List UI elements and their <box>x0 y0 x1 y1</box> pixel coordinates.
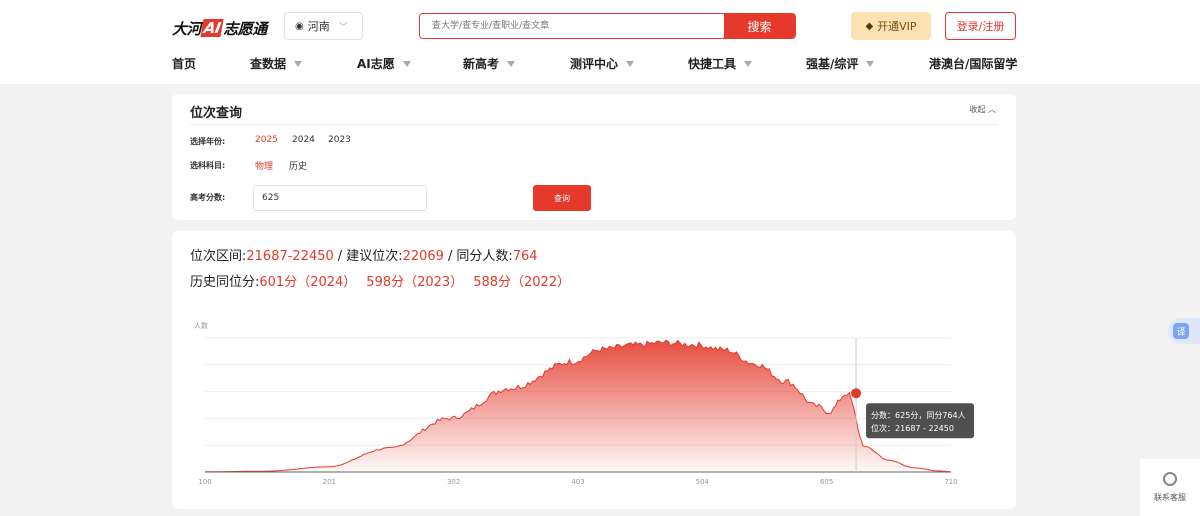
year-option-2024[interactable]: 2024 <box>292 135 315 145</box>
subject-option-history[interactable]: 历史 <box>289 159 307 172</box>
main-nav: 首页 查数据 AI志愿 新高考 测评中心 快捷工具 强基/综评 港澳台/国际留学 <box>0 55 1200 75</box>
x-tick-label: 504 <box>696 478 710 486</box>
subject-label: 选科科目: <box>190 161 226 170</box>
login-button[interactable]: 登录/注册 <box>945 12 1016 40</box>
year-option-2025[interactable]: 2025 <box>255 135 278 145</box>
subject-option-physics[interactable]: 物理 <box>255 159 273 172</box>
search-bar: 搜索 <box>419 13 796 39</box>
score-distribution-chart[interactable]: 人数 100 201 302 403 504 605 710 分数：625分，同分764人位次：… <box>172 231 1016 509</box>
dropdown-arrow-icon <box>866 60 875 67</box>
nav-item-strong-base[interactable]: 强基/综评 <box>806 55 875 72</box>
x-tick-label: 710 <box>944 478 957 486</box>
location-pin-icon: ◉ <box>295 20 304 32</box>
region-label: 河南 <box>307 20 330 33</box>
dropdown-arrow-icon <box>402 60 411 67</box>
y-axis-label: 人数 <box>194 321 208 330</box>
collapse-toggle[interactable]: 收起 ︿ <box>969 104 996 115</box>
query-button[interactable]: 查询 <box>533 185 591 211</box>
score-label: 高考分数: <box>190 193 226 202</box>
diamond-icon: ◆ <box>865 20 874 32</box>
search-button[interactable]: 搜索 <box>724 14 795 38</box>
tooltip-line-2: 位次：21687 - 22450 <box>871 423 954 433</box>
x-tick-label: 605 <box>820 478 833 486</box>
dropdown-arrow-icon <box>294 60 303 67</box>
region-selector[interactable]: ◉ 河南 ﹀ <box>284 12 363 40</box>
nav-item-assessment[interactable]: 测评中心 <box>570 55 635 72</box>
logo[interactable]: 大河 AI 志愿通 <box>172 17 267 39</box>
nav-item-home[interactable]: 首页 <box>172 55 196 72</box>
distribution-area <box>205 340 951 472</box>
nav-item-new-gaokao[interactable]: 新高考 <box>463 55 516 72</box>
rank-query-panel: 位次查询 收起 ︿ 选择年份: 2025 2024 2023 选科科目: 物理 … <box>172 94 1016 220</box>
year-option-2023[interactable]: 2023 <box>328 135 351 145</box>
translate-icon: 译 <box>1173 323 1189 339</box>
translate-tab[interactable]: 译 <box>1168 318 1200 344</box>
nav-item-ai[interactable]: AI志愿 <box>357 55 411 72</box>
dropdown-arrow-icon <box>744 60 753 67</box>
highlight-point <box>851 388 862 399</box>
top-header: 大河AI志愿通 ◉ 河南 ﹀ 搜索 ◆ 开通VIP 登录/注册 首页 查数据 A… <box>0 0 1200 84</box>
score-input[interactable]: 625 <box>253 185 427 211</box>
nav-item-data[interactable]: 查数据 <box>250 55 303 72</box>
nav-item-overseas[interactable]: 港澳台/国际留学 <box>929 55 1017 72</box>
vip-button[interactable]: ◆ 开通VIP <box>851 12 931 40</box>
nav-item-tools[interactable]: 快捷工具 <box>688 55 753 72</box>
chevron-down-icon: ﹀ <box>338 22 348 33</box>
panel-title: 位次查询 <box>190 106 243 121</box>
x-tick-label: 201 <box>323 478 336 486</box>
rank-result-panel: 位次区间:21687-22450/建议位次:22069/同分人数:764 历史同… <box>172 231 1016 509</box>
dropdown-arrow-icon <box>626 60 635 67</box>
tooltip-line-1: 分数：625分，同分764人 <box>871 410 966 420</box>
divider <box>190 124 998 125</box>
x-tick-label: 403 <box>571 478 584 486</box>
dropdown-arrow-icon <box>507 60 516 67</box>
customer-service[interactable]: 联系客服 <box>1140 459 1200 516</box>
year-label: 选择年份: <box>190 137 226 146</box>
x-tick-label: 302 <box>447 478 460 486</box>
x-tick-label: 100 <box>198 478 211 486</box>
search-input[interactable] <box>420 14 724 38</box>
headset-icon <box>1163 472 1177 486</box>
